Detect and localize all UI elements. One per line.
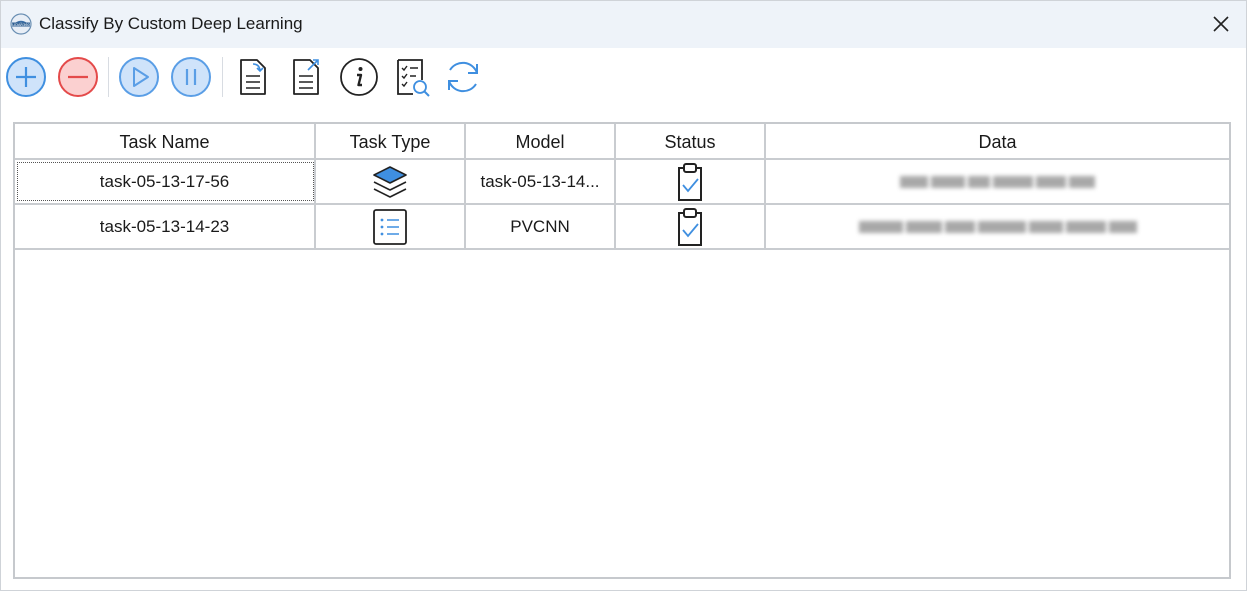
pause-task-button[interactable] xyxy=(169,55,213,99)
app-logo-text: LIDAR360 xyxy=(12,23,30,27)
model-cell[interactable]: PVCNN xyxy=(466,205,616,248)
task-table[interactable]: Task Name Task Type Model Status Data ta… xyxy=(13,122,1231,579)
layers-icon xyxy=(373,165,407,198)
window-title: Classify By Custom Deep Learning xyxy=(39,14,303,33)
task-name-cell[interactable]: task-05-13-17-56 xyxy=(15,160,316,203)
info-icon xyxy=(340,58,378,96)
log-icon xyxy=(397,59,430,97)
table-row[interactable]: task-05-13-17-56 task-05-13-14... xyxy=(15,160,1229,205)
task-name-cell[interactable]: task-05-13-14-23 xyxy=(15,205,316,248)
view-log-button[interactable] xyxy=(390,55,434,99)
data-path-redacted xyxy=(858,220,1137,233)
info-button[interactable] xyxy=(337,55,381,99)
task-type-cell[interactable] xyxy=(316,160,466,203)
column-header-status[interactable]: Status xyxy=(616,124,766,160)
play-icon xyxy=(119,57,159,97)
remove-task-button[interactable] xyxy=(56,55,100,99)
clipboard-check-icon xyxy=(678,162,702,201)
toolbar-separator xyxy=(108,57,109,97)
model-cell[interactable]: task-05-13-14... xyxy=(466,160,616,203)
task-type-cell[interactable] xyxy=(316,205,466,248)
add-icon xyxy=(6,57,46,97)
status-cell[interactable] xyxy=(616,205,766,248)
status-cell[interactable] xyxy=(616,160,766,203)
toolbar-separator xyxy=(222,57,223,97)
data-path-cell[interactable] xyxy=(766,160,1229,203)
column-header-data[interactable]: Data xyxy=(766,124,1229,160)
app-window: LIDAR360 Classify By Custom Deep Learnin… xyxy=(0,0,1247,591)
table-row[interactable]: task-05-13-14-23 PVCNN xyxy=(15,205,1229,250)
refresh-icon xyxy=(448,61,478,93)
column-header-task-name[interactable]: Task Name xyxy=(15,124,316,160)
title-bar: LIDAR360 Classify By Custom Deep Learnin… xyxy=(1,1,1246,48)
pause-icon xyxy=(171,57,211,97)
refresh-button[interactable] xyxy=(441,55,485,99)
data-path-cell[interactable] xyxy=(766,205,1229,248)
list-icon xyxy=(373,208,407,245)
close-icon xyxy=(1213,16,1229,32)
export-button[interactable] xyxy=(284,55,328,99)
export-icon xyxy=(293,59,319,95)
app-logo-icon: LIDAR360 xyxy=(10,13,32,35)
add-task-button[interactable] xyxy=(4,55,48,99)
clipboard-check-icon xyxy=(678,207,702,246)
column-header-model[interactable]: Model xyxy=(466,124,616,160)
import-button[interactable] xyxy=(231,55,275,99)
data-path-redacted xyxy=(900,175,1095,188)
remove-icon xyxy=(58,57,98,97)
toolbar xyxy=(1,51,1246,103)
column-header-task-type[interactable]: Task Type xyxy=(316,124,466,160)
close-button[interactable] xyxy=(1201,7,1241,41)
table-header: Task Name Task Type Model Status Data xyxy=(15,124,1229,160)
import-icon xyxy=(240,59,266,95)
start-task-button[interactable] xyxy=(117,55,161,99)
